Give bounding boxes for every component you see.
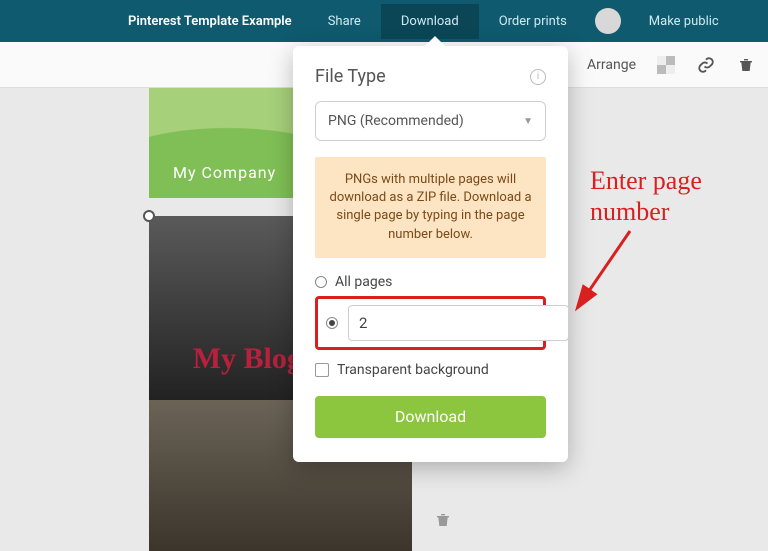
filetype-select[interactable]: PNG (Recommended) ▼ [315, 101, 546, 141]
page-trash-icon[interactable] [435, 511, 451, 533]
selection-handle[interactable] [143, 210, 155, 222]
make-public-button[interactable]: Make public [629, 4, 739, 39]
top-bar: Pinterest Template Example Share Downloa… [0, 0, 768, 42]
chevron-down-icon: ▼ [523, 116, 533, 127]
avatar[interactable] [595, 8, 621, 34]
transparent-bg-label: Transparent background [337, 362, 489, 378]
transparent-bg-row[interactable]: Transparent background [315, 362, 546, 378]
arrange-button[interactable]: Arrange [587, 57, 636, 73]
page-number-highlight [315, 296, 546, 350]
all-pages-radio-row[interactable]: All pages [315, 274, 546, 290]
download-popover: File Type i PNG (Recommended) ▼ PNGs wit… [293, 46, 568, 462]
all-pages-label: All pages [335, 274, 392, 290]
transparent-bg-checkbox[interactable] [315, 363, 329, 377]
download-tab[interactable]: Download [381, 4, 479, 39]
popover-heading-text: File Type [315, 66, 386, 87]
thumbnail-1-text: My Company [173, 163, 276, 182]
filetype-selected-label: PNG (Recommended) [328, 113, 464, 129]
order-prints-button[interactable]: Order prints [479, 4, 587, 39]
link-icon[interactable] [696, 55, 716, 75]
download-button[interactable]: Download [315, 396, 546, 438]
trash-icon[interactable] [736, 55, 756, 75]
share-button[interactable]: Share [308, 4, 381, 39]
popover-heading: File Type i [315, 66, 546, 87]
document-title: Pinterest Template Example [128, 14, 292, 29]
annotation-text: Enter page number [590, 165, 768, 227]
all-pages-radio[interactable] [315, 276, 327, 288]
transparency-icon[interactable] [656, 55, 676, 75]
page-number-radio[interactable] [326, 317, 338, 329]
zip-notice: PNGs with multiple pages will download a… [315, 157, 546, 258]
info-icon[interactable]: i [530, 69, 546, 85]
page-number-input[interactable] [348, 305, 569, 341]
